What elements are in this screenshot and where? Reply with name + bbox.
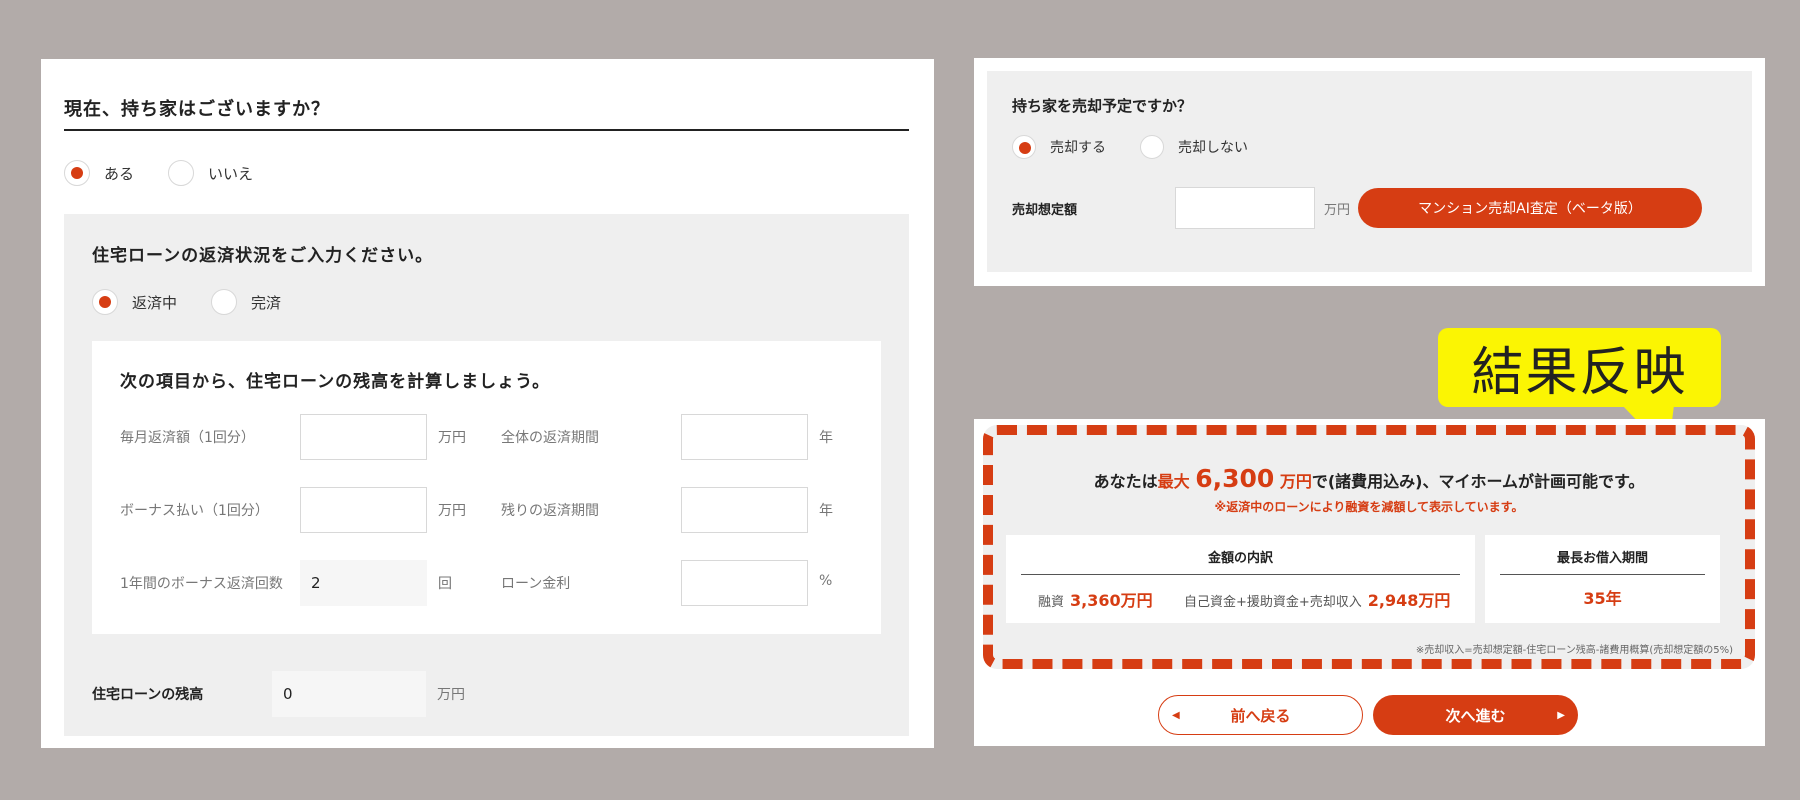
loan-calc-title: 次の項目から、住宅ローンの残高を計算しましょう。 <box>120 372 551 392</box>
loan-status-section: 住宅ローンの返済状況をご入力ください。 返済中 完済 次の項目から、住宅ローンの… <box>64 214 909 736</box>
own-funds-row: 自己資金+援助資金+売却収入 2,948万円 <box>1184 587 1450 611</box>
result-reflect-callout: 結果反映 <box>1438 328 1721 407</box>
chevron-right-icon: ▶ <box>1557 709 1565 721</box>
total-period-label: 全体の返済期間 <box>501 430 599 446</box>
period-value: 35年 <box>1583 589 1622 608</box>
bonus-payment-input[interactable] <box>300 487 427 533</box>
sell-plan-panel: 持ち家を売却予定ですか？ 売却する 売却しない 売却想定額 万円 マンション売却… <box>974 58 1765 286</box>
result-headline: あなたは最大 6,300 万円で(諸費用込み)、マイホームが計画可能です。 <box>993 464 1745 493</box>
result-unit: 万円 <box>1279 472 1312 491</box>
result-footnote: ※売却収入=売却想定額-住宅ローン残高-諸費用概算(売却想定額の5%) <box>1415 645 1733 656</box>
result-panel: あなたは最大 6,300 万円で(諸費用込み)、マイホームが計画可能です。 ※返… <box>974 419 1765 746</box>
radio-repaying-label: 返済中 <box>132 293 178 312</box>
bonus-count-label: 1年間のボーナス返済回数 <box>120 576 283 592</box>
period-title: 最長お借入期間 <box>1500 547 1705 575</box>
radio-selected-icon[interactable] <box>64 160 90 186</box>
next-button[interactable]: 次へ進む ▶ <box>1373 695 1578 735</box>
radio-sell-yes[interactable]: 売却する <box>1012 135 1106 159</box>
sale-price-label: 売却想定額 <box>1012 203 1078 218</box>
result-max-label: 最大 <box>1157 472 1190 491</box>
period-row: 35年 <box>1485 585 1720 609</box>
own-funds-label: 自己資金+援助資金+売却収入 <box>1184 595 1362 610</box>
loan-rate-unit: % <box>819 573 833 589</box>
chevron-left-icon: ◀ <box>1172 709 1180 721</box>
sale-price-input[interactable] <box>1175 187 1315 229</box>
radio-paid-off-label: 完済 <box>251 293 282 312</box>
radio-own-no[interactable]: いいえ <box>168 160 253 186</box>
bonus-count-input[interactable] <box>300 560 427 606</box>
radio-paid-off[interactable]: 完済 <box>211 289 281 315</box>
bonus-payment-unit: 万円 <box>438 503 466 519</box>
result-prefix: あなたは <box>1093 472 1158 491</box>
remaining-period-unit: 年 <box>819 503 833 519</box>
loan-status-title: 住宅ローンの返済状況をご入力ください。 <box>92 246 434 266</box>
next-button-label: 次へ進む <box>1445 706 1506 725</box>
radio-unselected-icon[interactable] <box>1140 135 1164 159</box>
loan-balance-input[interactable] <box>272 671 426 717</box>
loan-status-radio-group: 返済中 完済 <box>92 289 315 315</box>
radio-selected-icon[interactable] <box>1012 135 1036 159</box>
sale-price-unit: 万円 <box>1324 203 1351 218</box>
radio-repaying[interactable]: 返済中 <box>92 289 177 315</box>
loan-calc-box: 次の項目から、住宅ローンの残高を計算しましょう。 毎月返済額（1回分） 万円 全… <box>92 341 881 634</box>
breakdown-card: 金額の内訳 融資 3,360万円 自己資金+援助資金+売却収入 2,948万円 <box>1006 535 1475 623</box>
loan-amount-row: 融資 3,360万円 <box>1038 587 1153 611</box>
ai-appraisal-button[interactable]: マンション売却AI査定（ベータ版） <box>1358 188 1702 228</box>
remaining-period-label: 残りの返済期間 <box>501 503 599 519</box>
monthly-payment-unit: 万円 <box>438 430 466 446</box>
radio-unselected-icon[interactable] <box>168 160 195 186</box>
result-amount: 6,300 <box>1195 464 1275 493</box>
loan-amount-value: 3,360万円 <box>1070 591 1153 610</box>
total-period-unit: 年 <box>819 430 833 446</box>
monthly-payment-label: 毎月返済額（1回分） <box>120 430 255 446</box>
result-suffix: で(諸費用込み)、マイホームが計画可能です。 <box>1311 472 1645 491</box>
radio-selected-icon[interactable] <box>92 289 118 315</box>
sell-plan-question: 持ち家を売却予定ですか？ <box>1012 97 1193 115</box>
radio-sell-yes-label: 売却する <box>1050 140 1106 156</box>
breakdown-title: 金額の内訳 <box>1021 547 1460 575</box>
radio-own-yes-label: ある <box>104 164 135 183</box>
radio-unselected-icon[interactable] <box>211 289 238 315</box>
back-button[interactable]: ◀ 前へ戻る <box>1158 695 1363 735</box>
home-ownership-panel: 現在、持ち家はございますか？ ある いいえ 住宅ローンの返済状況をご入力ください… <box>41 59 934 748</box>
back-button-label: 前へ戻る <box>1230 706 1291 725</box>
sell-plan-section: 持ち家を売却予定ですか？ 売却する 売却しない 売却想定額 万円 マンション売却… <box>987 71 1752 272</box>
radio-own-yes[interactable]: ある <box>64 160 134 186</box>
loan-rate-label: ローン金利 <box>501 576 571 592</box>
radio-own-no-label: いいえ <box>208 164 254 183</box>
result-box: あなたは最大 6,300 万円で(諸費用込み)、マイホームが計画可能です。 ※返… <box>983 425 1755 669</box>
remaining-period-input[interactable] <box>681 487 808 533</box>
monthly-payment-input[interactable] <box>300 414 427 460</box>
period-card: 最長お借入期間 35年 <box>1485 535 1720 623</box>
loan-rate-input[interactable] <box>681 560 808 606</box>
loan-balance-label: 住宅ローンの残高 <box>92 687 204 703</box>
radio-sell-no-label: 売却しない <box>1178 140 1248 156</box>
radio-sell-no[interactable]: 売却しない <box>1140 135 1248 159</box>
own-funds-value: 2,948万円 <box>1367 591 1451 610</box>
home-ownership-radio-group: ある いいえ <box>64 160 287 186</box>
loan-amount-label: 融資 <box>1038 595 1065 610</box>
loan-balance-unit: 万円 <box>437 687 465 703</box>
sell-plan-radio-group: 売却する 売却しない <box>1012 135 1282 159</box>
bonus-count-unit: 回 <box>438 576 452 592</box>
total-period-input[interactable] <box>681 414 808 460</box>
bonus-payment-label: ボーナス払い（1回分） <box>120 503 269 519</box>
home-ownership-question: 現在、持ち家はございますか？ <box>64 95 909 131</box>
result-note: ※返済中のローンにより融資を減額して表示しています。 <box>1214 500 1524 514</box>
